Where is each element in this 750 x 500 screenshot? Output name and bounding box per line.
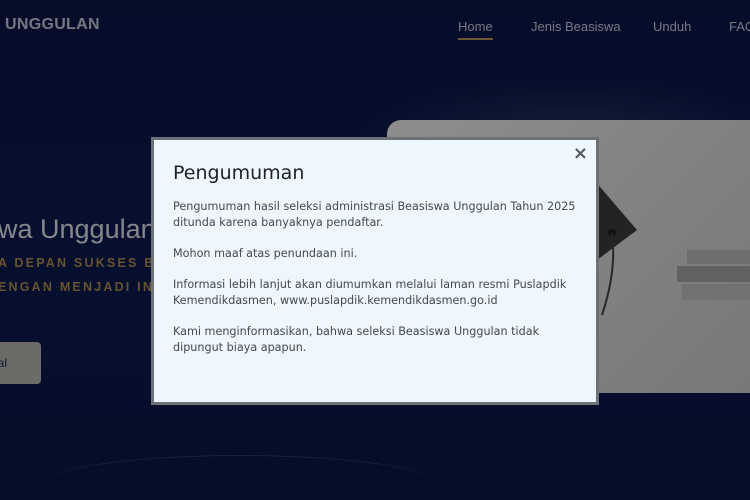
announcement-paragraph-3: Informasi lebih lanjut akan diumumkan me…	[173, 278, 567, 307]
announcement-paragraph-1: Pengumuman hasil seleksi administrasi Be…	[173, 200, 576, 229]
modal-title: Pengumuman	[173, 162, 305, 184]
close-icon[interactable]: ×	[570, 143, 591, 165]
announcement-paragraph-4: Kami menginformasikan, bahwa seleksi Bea…	[173, 325, 540, 354]
announcement-paragraph-2: Mohon maaf atas penundaan ini.	[173, 247, 358, 260]
modal-body: Pengumuman hasil seleksi administrasi Be…	[173, 199, 578, 371]
announcement-modal: × Pengumuman Pengumuman hasil seleksi ad…	[151, 137, 599, 405]
